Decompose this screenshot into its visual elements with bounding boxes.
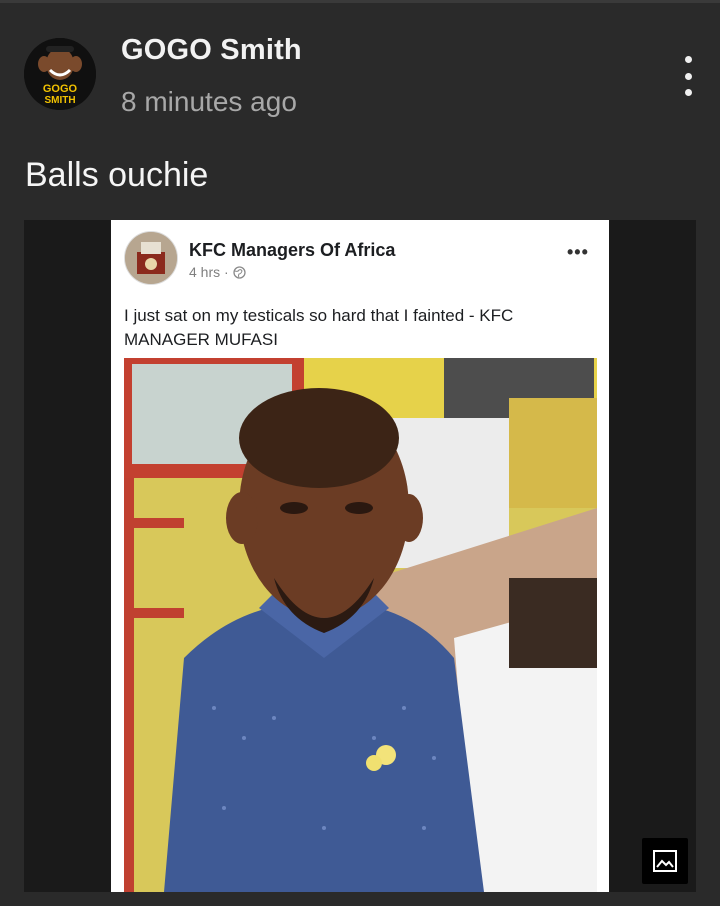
post-header: GOGO SMITH GOGO Smith 8 minutes ago (0, 0, 720, 130)
more-options-icon[interactable] (672, 56, 704, 96)
avatar-image: GOGO SMITH (24, 38, 96, 110)
svg-text:GOGO: GOGO (43, 83, 78, 95)
globe-icon (232, 266, 246, 279)
post-timestamp: 8 minutes ago (121, 86, 297, 117)
page-avatar (124, 231, 178, 285)
svg-text:SMITH: SMITH (44, 95, 75, 106)
post-media[interactable]: KFC Managers Of Africa 4 hrs · ••• I jus… (24, 220, 696, 892)
post-time: 4 hrs · (189, 264, 233, 280)
author-avatar[interactable]: GOGO SMITH (24, 38, 96, 110)
embedded-more-icon: ••• (567, 242, 589, 262)
embedded-post-text: I just sat on my testicals so hard that … (124, 306, 514, 349)
page-name: KFC Managers Of Africa (189, 240, 396, 260)
author-name[interactable]: GOGO Smith (121, 34, 302, 67)
embedded-facebook-post: KFC Managers Of Africa 4 hrs · ••• I jus… (111, 220, 609, 892)
post-meta: 4 hrs · (189, 264, 246, 280)
post-caption: Balls ouchie (25, 156, 209, 194)
post-photo (124, 358, 597, 892)
image-gallery-icon[interactable] (642, 838, 688, 884)
